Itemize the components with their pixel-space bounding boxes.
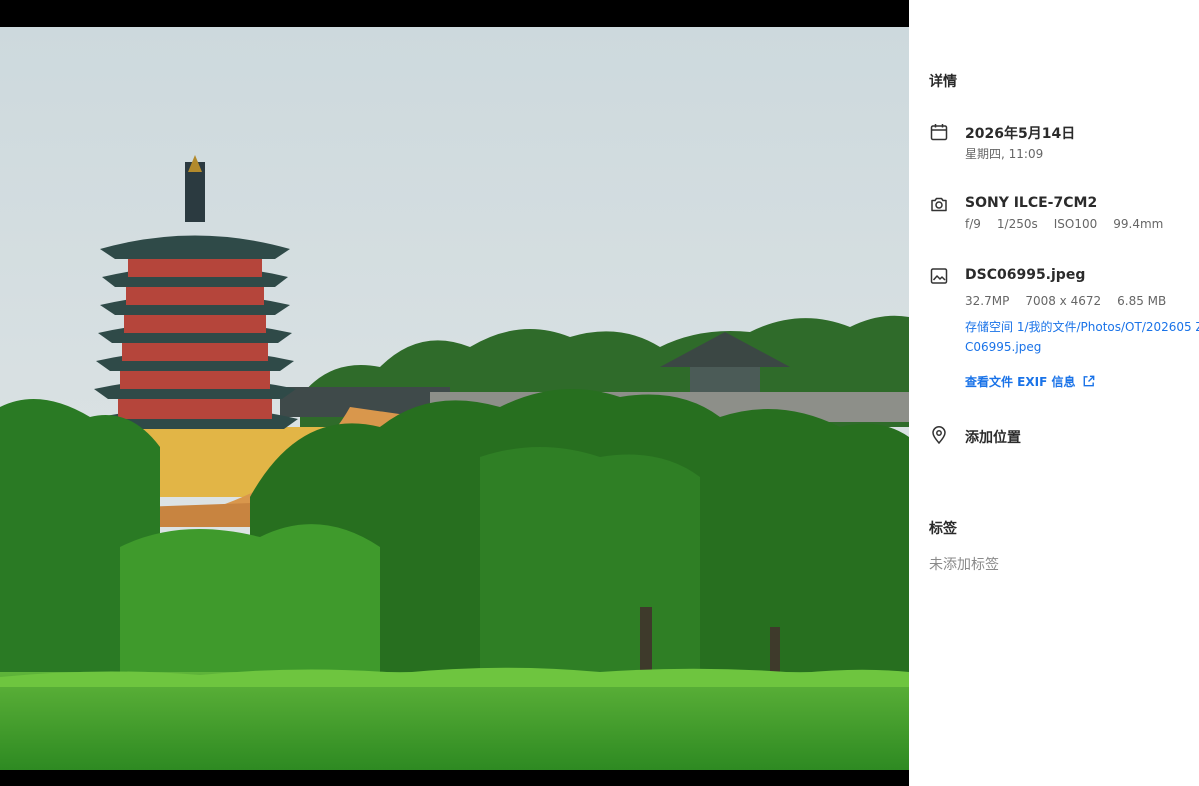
file-path-line2: C06995.jpeg — [965, 340, 1042, 354]
image-icon — [929, 266, 949, 286]
photo-date: 2026年5月14日 — [965, 126, 1076, 142]
iso-value: ISO100 — [1053, 217, 1098, 231]
camera-icon — [929, 194, 949, 214]
file-path-line1: 存储空间 1/我的文件/Photos/OT/202605 Z... — [965, 320, 1199, 334]
aperture-value: f/9 — [965, 217, 981, 231]
focal-length-value: 99.4mm — [1113, 217, 1164, 231]
photo-viewer[interactable] — [0, 0, 909, 786]
view-exif-label: 查看文件 EXIF 信息 — [965, 375, 1076, 389]
file-meta: 32.7MP 7008 x 4672 6.85 MB — [965, 294, 1166, 308]
tags-title: 标签 — [929, 521, 957, 537]
location-pin-icon[interactable] — [929, 425, 949, 445]
resolution-mp: 32.7MP — [965, 294, 1010, 308]
file-path-link[interactable]: 存储空间 1/我的文件/Photos/OT/202605 Z... C06995… — [965, 317, 1199, 357]
photo-image — [0, 27, 909, 770]
camera-settings: f/9 1/250s ISO100 99.4mm — [965, 217, 1163, 231]
details-panel: 详情 2026年5月14日 星期四, 11:09 SONY ILCE-7CM2 … — [909, 0, 1199, 786]
shutter-value: 1/250s — [996, 217, 1038, 231]
tags-empty: 未添加标签 — [929, 557, 999, 573]
camera-model: SONY ILCE-7CM2 — [965, 195, 1098, 211]
photo-weekday-time: 星期四, 11:09 — [965, 147, 1044, 161]
details-title: 详情 — [929, 74, 957, 90]
view-exif-link[interactable]: 查看文件 EXIF 信息 — [965, 373, 1096, 390]
file-name: DSC06995.jpeg — [965, 267, 1086, 283]
file-size: 6.85 MB — [1117, 294, 1167, 308]
dimensions: 7008 x 4672 — [1025, 294, 1102, 308]
add-location-button[interactable]: 添加位置 — [965, 427, 1021, 447]
calendar-icon — [929, 122, 949, 142]
external-link-icon — [1084, 375, 1095, 387]
